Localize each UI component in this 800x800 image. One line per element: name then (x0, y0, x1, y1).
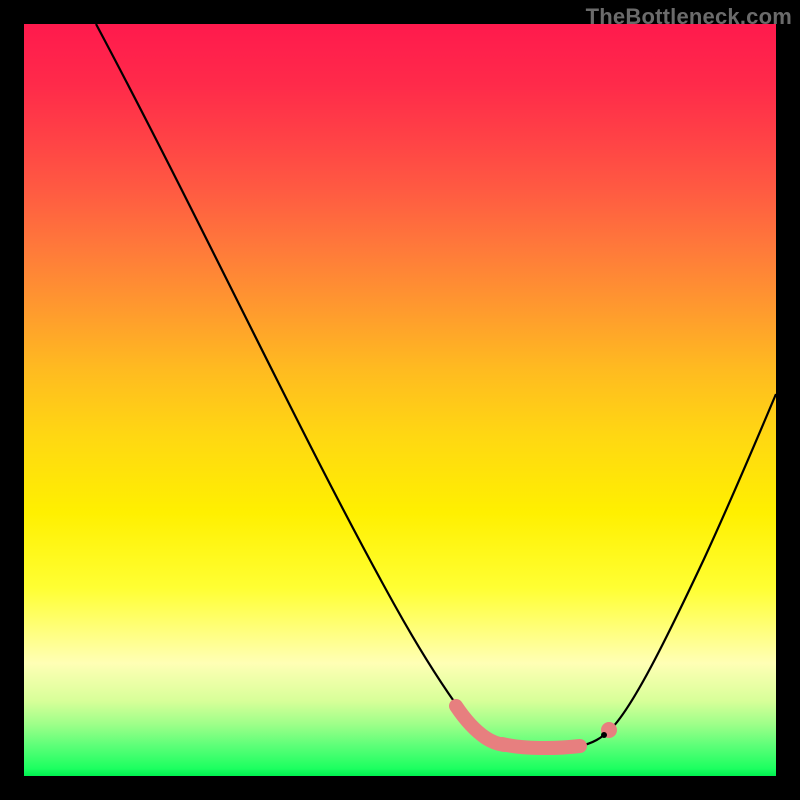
highlight-segment-left (456, 706, 504, 745)
highlight-segment-floor (502, 744, 580, 748)
chart-container: TheBottleneck.com (0, 0, 800, 800)
bottleneck-curve (96, 24, 776, 748)
curve-knot (601, 732, 607, 738)
plot-area (24, 24, 776, 776)
curve-layer (24, 24, 776, 776)
